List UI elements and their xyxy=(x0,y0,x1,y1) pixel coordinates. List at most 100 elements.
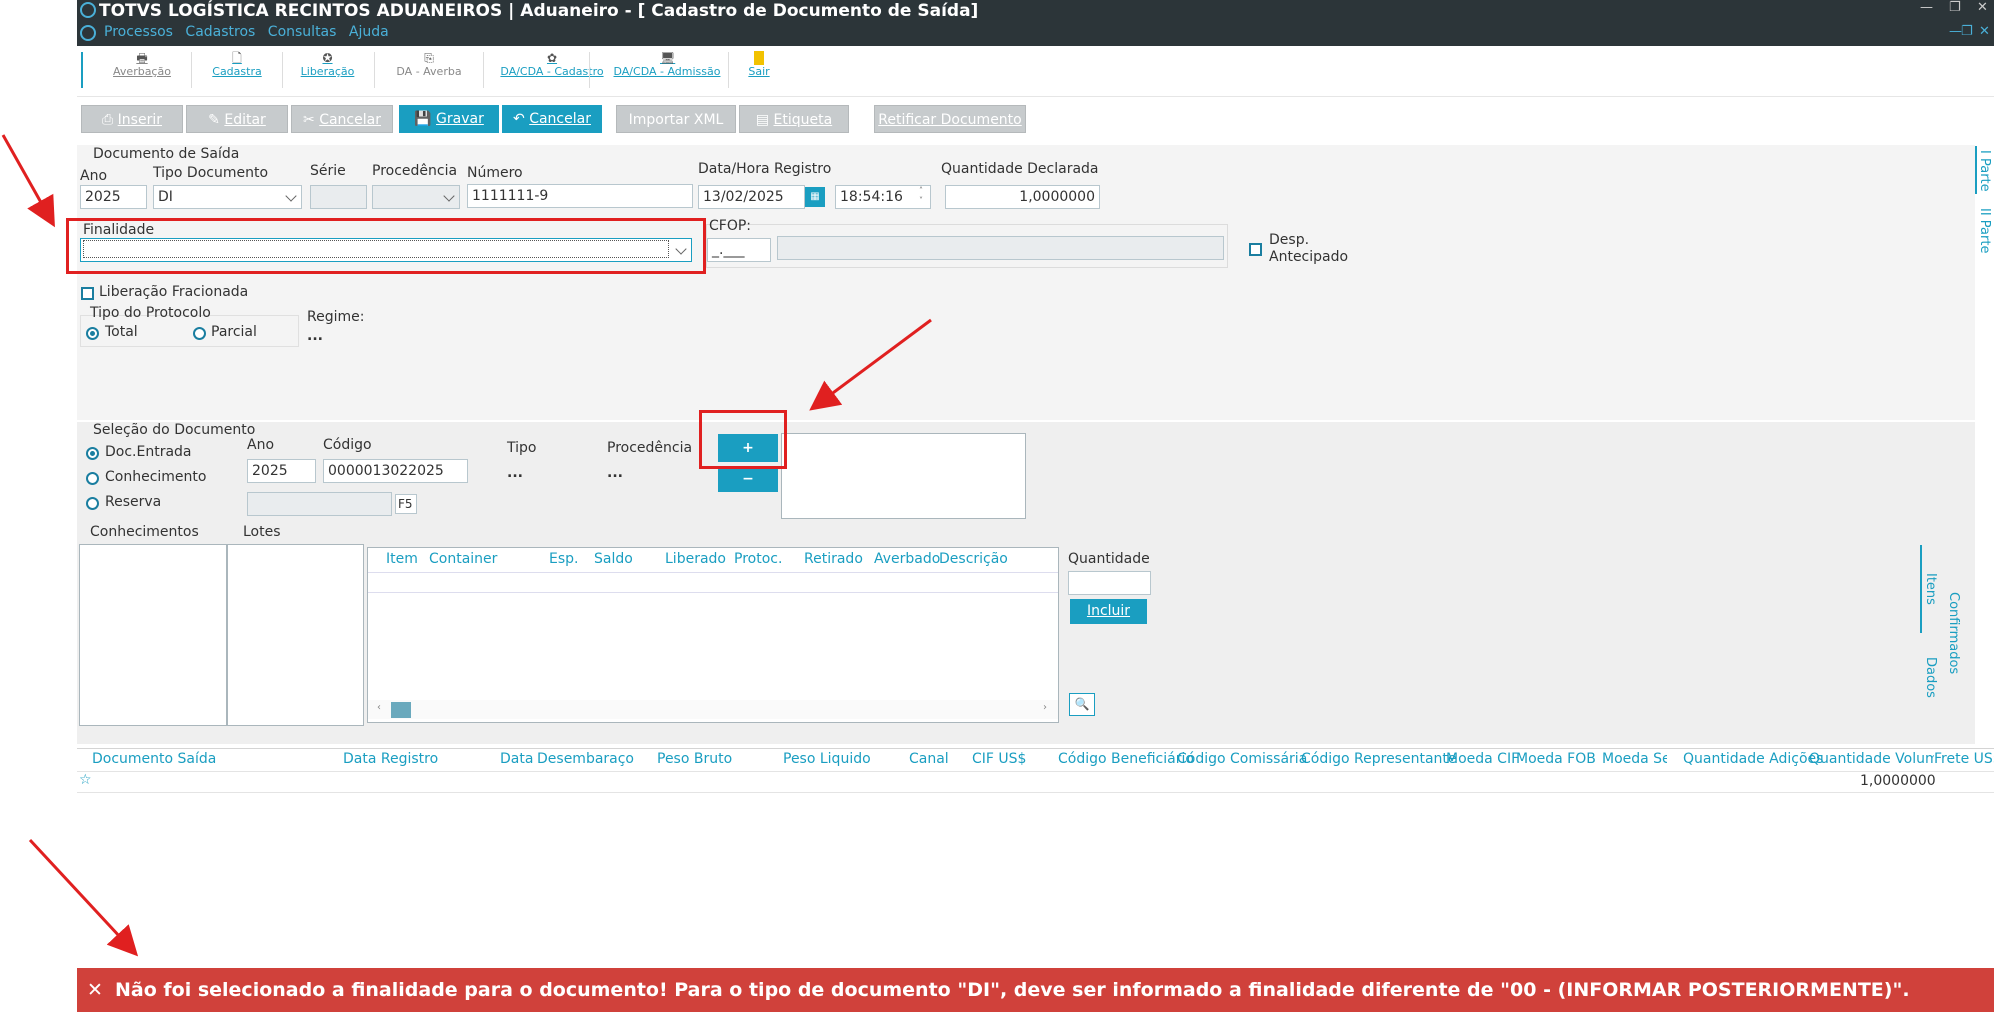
calendar-icon[interactable]: ▦ xyxy=(805,187,825,207)
codigo-input[interactable]: 0000013022025 xyxy=(323,459,468,483)
col-averbado[interactable]: Averbado xyxy=(874,551,940,567)
grid-col-codigo-comissaria[interactable]: Código Comissária xyxy=(1177,751,1307,767)
col-item[interactable]: Item xyxy=(386,551,418,567)
tipo-documento-select[interactable]: DI xyxy=(153,185,302,209)
parcial-radio[interactable] xyxy=(193,327,206,340)
desp-antecipado-checkbox[interactable] xyxy=(1249,243,1262,256)
items-table xyxy=(367,547,1059,723)
procedencia-label: Procedência xyxy=(372,163,458,179)
gravar-button[interactable]: 💾 Gravar xyxy=(399,105,499,133)
data-registro-input[interactable]: 13/02/2025 xyxy=(698,185,805,209)
grid-col-codigo-beneficiario[interactable]: Código Beneficiário xyxy=(1058,751,1194,767)
liberacao-fracionada-label: Liberação Fracionada xyxy=(99,284,249,300)
cancelar-button[interactable]: ↶ Cancelar xyxy=(502,105,602,133)
mdi-restore-icon[interactable]: ❐ xyxy=(1961,24,1973,39)
grid-col-desembaraco[interactable]: Desembaraço xyxy=(537,751,634,767)
grid-col-frete-us[interactable]: Frete US$ xyxy=(1934,751,1994,767)
search-icon[interactable]: 🔍 xyxy=(1069,693,1095,716)
tab-dados[interactable]: Dados xyxy=(1923,657,1938,698)
toolbar-liberacao[interactable]: ✪ Liberação xyxy=(285,48,370,92)
tab-parte-2[interactable]: II Parte xyxy=(1977,208,1992,253)
f5-button[interactable]: F5 xyxy=(395,494,417,514)
app-window: TOTVS LOGÍSTICA RECINTOS ADUANEIROS | Ad… xyxy=(77,0,1994,1012)
grid-col-cif-us[interactable]: CIF US$ xyxy=(972,751,1026,767)
grid-col-quantidade-volumes[interactable]: Quantidade Volumes xyxy=(1809,751,1934,767)
scroll-right-icon[interactable]: › xyxy=(1043,702,1047,713)
tab-parte-1[interactable]: I Parte xyxy=(1977,150,1992,192)
grid-col-peso-bruto[interactable]: Peso Bruto xyxy=(657,751,732,767)
toolbar-cadastra[interactable]: 🗋 Cadastra xyxy=(197,48,277,92)
toolbar-averbacao[interactable]: 🖶 Averbação xyxy=(97,48,187,92)
inserir-button[interactable]: ⎙ Inserir xyxy=(81,105,183,133)
close-error-icon[interactable]: ✕ xyxy=(87,968,103,1012)
annotation-box-add-button xyxy=(699,410,787,469)
close-icon[interactable]: ✕ xyxy=(1977,0,1988,15)
col-liberado[interactable]: Liberado xyxy=(665,551,726,567)
grid-col-quantidade-adicoes[interactable]: Quantidade Adições xyxy=(1683,751,1823,767)
reserva-input xyxy=(247,492,392,516)
etiqueta-button[interactable]: ▤ Etiqueta xyxy=(739,105,849,133)
hora-registro-input[interactable]: 18:54:16 xyxy=(835,185,931,209)
restore-icon[interactable]: ❐ xyxy=(1949,0,1961,15)
serie-input[interactable] xyxy=(310,185,367,209)
retificar-button[interactable]: Retificar Documento xyxy=(874,105,1026,133)
doc-entrada-radio[interactable] xyxy=(86,447,99,460)
numero-input[interactable]: 1111111-9 xyxy=(467,184,693,208)
items-hscrollbar[interactable] xyxy=(368,700,1058,719)
minimize-icon[interactable]: — xyxy=(1920,0,1933,15)
menu-ajuda[interactable]: Ajuda xyxy=(349,24,389,40)
toolbar-da-averba[interactable]: ⎘ DA - Averba xyxy=(379,48,479,92)
tipo-documento-label: Tipo Documento xyxy=(153,165,269,181)
numero-label: Número xyxy=(467,165,523,181)
cancelar-disabled-button[interactable]: ✂ Cancelar xyxy=(291,105,393,133)
toolbar-label: Averbação xyxy=(113,65,171,78)
procedencia-select[interactable] xyxy=(372,185,460,209)
editar-button[interactable]: ✎ Editar xyxy=(186,105,288,133)
grid-col-data[interactable]: Data xyxy=(500,751,533,767)
quantidade-declarada-input[interactable]: 1,0000000 xyxy=(945,185,1100,209)
col-container[interactable]: Container xyxy=(429,551,497,567)
col-esp[interactable]: Esp. xyxy=(549,551,578,567)
menu-cadastros[interactable]: Cadastros xyxy=(185,24,255,40)
selected-documents-list[interactable] xyxy=(781,433,1026,519)
col-descricao[interactable]: Descrição xyxy=(939,551,1008,567)
grid-col-peso-liquido[interactable]: Peso Liquido xyxy=(783,751,871,767)
reserva-radio[interactable] xyxy=(86,497,99,510)
scroll-thumb[interactable] xyxy=(391,702,411,718)
ano-input[interactable]: 2025 xyxy=(80,185,147,209)
selecao-ano-input[interactable]: 2025 xyxy=(247,459,316,483)
tab-confirmados[interactable]: Confirmados xyxy=(1946,592,1961,674)
toolbar-da-cda-admissao[interactable]: 🖥 DA/CDA - Admissão xyxy=(597,48,737,92)
menu-consultas[interactable]: Consultas xyxy=(268,24,337,40)
toolbar-label: Cadastra xyxy=(212,65,262,78)
mdi-close-icon[interactable]: ✕ xyxy=(1979,24,1990,39)
liberacao-fracionada-checkbox[interactable] xyxy=(81,287,94,300)
menu-processos[interactable]: Processos xyxy=(104,24,173,40)
toolbar-sair[interactable]: Sair xyxy=(737,48,781,92)
total-radio[interactable] xyxy=(86,327,99,340)
toolbar-label: Liberação xyxy=(300,65,355,78)
col-saldo[interactable]: Saldo xyxy=(594,551,633,567)
doc-entrada-label: Doc.Entrada xyxy=(105,444,192,460)
tab-itens[interactable]: Itens xyxy=(1923,573,1938,605)
grid-col-moeda-fob[interactable]: Moeda FOB xyxy=(1516,751,1596,767)
grid-col-moeda-seguro[interactable]: Moeda Seguro xyxy=(1602,751,1667,767)
grid-col-codigo-representante[interactable]: Código Representante xyxy=(1301,751,1457,767)
grid-col-documento-saida[interactable]: Documento Saída xyxy=(92,751,216,767)
col-protoc[interactable]: Protoc. xyxy=(734,551,782,567)
grid-col-moeda-cif[interactable]: Moeda CIF xyxy=(1446,751,1519,767)
cfop-input[interactable]: _.___ xyxy=(707,238,771,262)
time-spinner-icon[interactable]: ˄ ˅ xyxy=(919,186,923,206)
document-icon: 🗋 xyxy=(232,51,242,65)
conhecimento-radio[interactable] xyxy=(86,472,99,485)
grid-col-data-registro[interactable]: Data Registro xyxy=(343,751,438,767)
incluir-button[interactable]: Incluir xyxy=(1070,599,1147,624)
scroll-left-icon[interactable]: ‹ xyxy=(377,702,381,713)
remove-document-button[interactable]: − xyxy=(718,466,778,492)
quantidade-input[interactable] xyxy=(1068,571,1151,595)
lotes-list[interactable] xyxy=(227,544,364,726)
importar-xml-button[interactable]: Importar XML xyxy=(616,105,736,133)
conhecimentos-list[interactable] xyxy=(79,544,227,726)
grid-col-canal[interactable]: Canal xyxy=(909,751,949,767)
col-retirado[interactable]: Retirado xyxy=(804,551,863,567)
